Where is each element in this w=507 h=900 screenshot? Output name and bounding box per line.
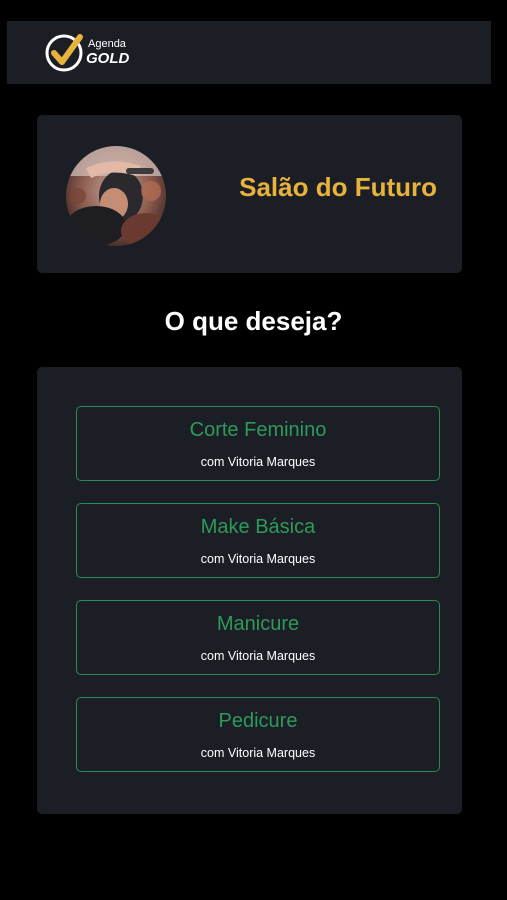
salon-photo <box>66 146 166 246</box>
services-list: Corte Feminino com Vitoria Marques Make … <box>37 367 462 814</box>
salon-avatar <box>66 146 166 246</box>
service-professional: com Vitoria Marques <box>200 746 316 760</box>
service-name: Manicure <box>216 613 300 635</box>
page: Agenda GOLD Salão do Futuro O que deseja… <box>0 0 507 900</box>
salon-name: Salão do Futuro <box>239 172 437 202</box>
service-option-manicure[interactable]: Manicure com Vitoria Marques <box>76 600 440 675</box>
service-name: Pedicure <box>218 710 298 732</box>
service-option-make-basica[interactable]: Make Básica com Vitoria Marques <box>76 503 440 578</box>
service-name: Make Básica <box>200 516 316 538</box>
salon-card: Salão do Futuro <box>37 115 462 273</box>
service-professional: com Vitoria Marques <box>200 455 316 469</box>
service-option-corte-feminino[interactable]: Corte Feminino com Vitoria Marques <box>76 406 440 481</box>
page-question: O que deseja? <box>164 306 343 336</box>
app-logo[interactable]: Agenda GOLD <box>44 31 144 75</box>
service-professional: com Vitoria Marques <box>200 552 316 566</box>
service-name: Corte Feminino <box>189 419 327 441</box>
logo-text-top: Agenda <box>88 38 126 50</box>
checkmark-logo-icon <box>45 34 83 72</box>
logo-text-bottom: GOLD <box>86 50 130 67</box>
service-option-pedicure[interactable]: Pedicure com Vitoria Marques <box>76 697 440 772</box>
service-professional: com Vitoria Marques <box>200 649 316 663</box>
